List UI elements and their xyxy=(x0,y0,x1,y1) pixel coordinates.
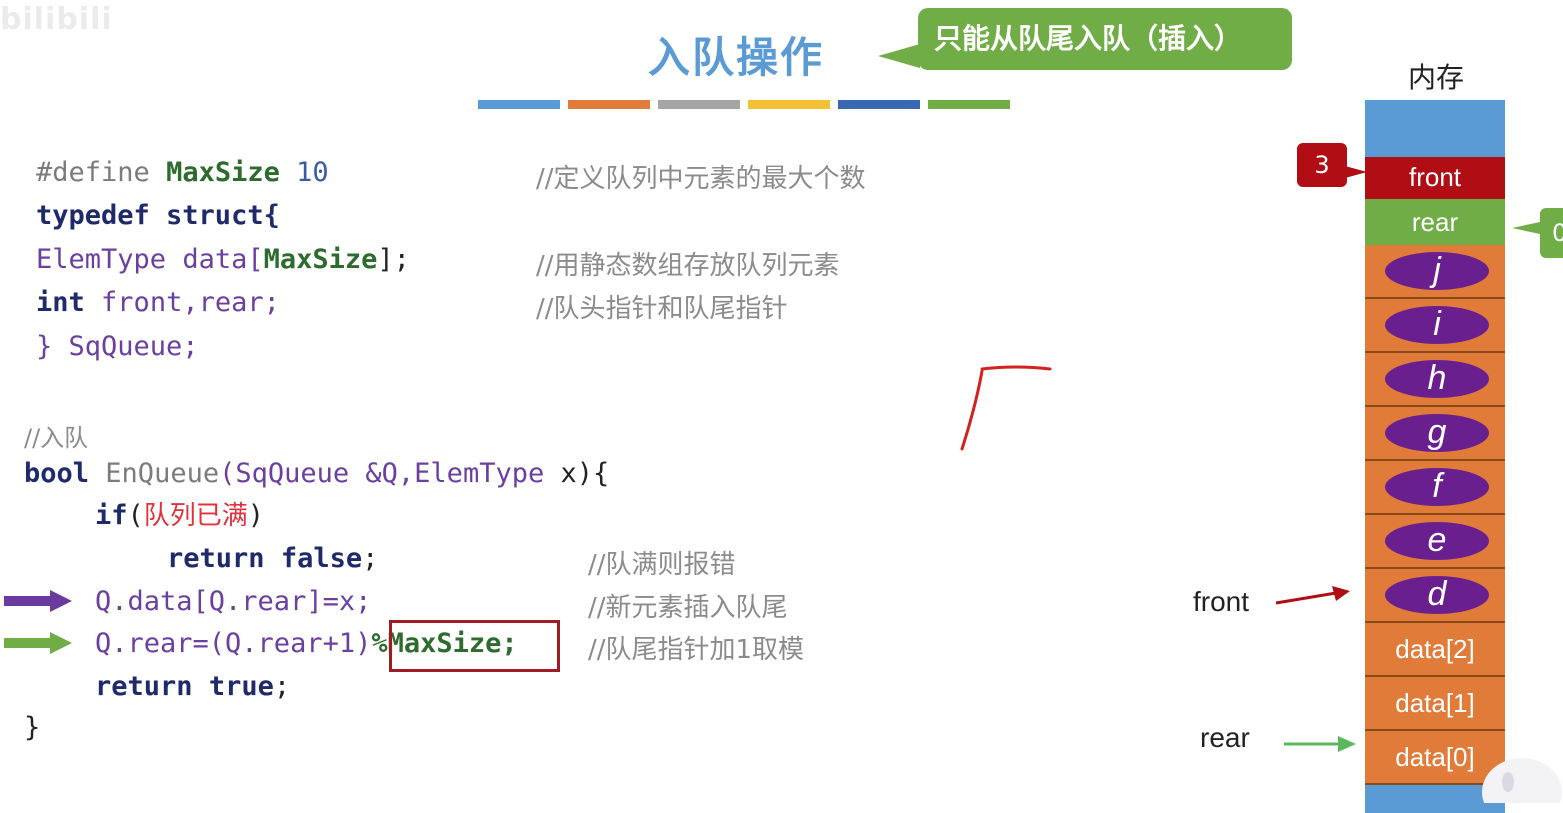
code-comment: //队尾指针加1取模 xyxy=(588,635,805,665)
color-bar-segment xyxy=(928,100,1010,109)
callout-pointer xyxy=(878,44,920,68)
rear-badge-pointer xyxy=(1512,222,1540,234)
code-line-assign: Q.data[Q.rear]=x; xyxy=(95,586,372,617)
callout-note: 只能从队尾入队（插入） xyxy=(918,8,1292,70)
memory-cell-rear: rear xyxy=(1365,199,1505,245)
color-bar-segment xyxy=(568,100,650,109)
element-oval: d xyxy=(1385,576,1489,614)
code-token: 10 xyxy=(296,157,329,188)
color-bar-segment xyxy=(748,100,830,109)
code-line-define: #define MaxSize 10 xyxy=(36,158,329,188)
code-comment: //队头指针和队尾指针 xyxy=(536,294,788,324)
front-badge-pointer xyxy=(1345,166,1367,178)
memory-cell-element: i xyxy=(1365,299,1505,353)
code-token: false xyxy=(280,543,363,574)
element-oval: i xyxy=(1385,306,1489,344)
rear-pointer-label: rear xyxy=(1200,722,1250,753)
memory-column: front rear j i h g f e d data[2] data[1]… xyxy=(1365,100,1505,813)
code-token: ; xyxy=(362,543,379,574)
code-token: MaxSize xyxy=(166,157,280,188)
handwritten-mark xyxy=(960,365,1052,451)
memory-cell-element: g xyxy=(1365,407,1505,461)
code-token: front,rear; xyxy=(101,287,280,318)
element-oval: j xyxy=(1385,252,1489,290)
memory-cell-element: j xyxy=(1365,245,1505,299)
code-token: if xyxy=(95,500,128,531)
memory-cell-data: data[2] xyxy=(1365,623,1505,677)
color-bar-segment xyxy=(838,100,920,109)
memory-cell-element: f xyxy=(1365,461,1505,515)
code-line-int: int front,rear; xyxy=(36,288,280,318)
front-value-badge: 3 xyxy=(1297,143,1347,187)
code-token: 队列已满 xyxy=(143,501,248,531)
memory-cell-front: front xyxy=(1365,157,1505,199)
code-token: (SqQueue &Q, xyxy=(219,458,415,489)
code-line-if: if(队列已满) xyxy=(95,500,265,532)
code-token: ) xyxy=(247,500,265,531)
code-token: ( xyxy=(127,500,144,531)
code-comment: //入队 xyxy=(24,424,89,452)
color-bar-divider xyxy=(478,100,1010,109)
green-arrow-icon xyxy=(4,632,72,654)
code-comment: //队满则报错 xyxy=(588,550,736,580)
code-line-struct-end: } SqQueue; xyxy=(36,331,199,362)
code-line-return-false: return false; xyxy=(167,544,378,574)
code-line-data: ElemType data[MaxSize]; xyxy=(36,245,410,275)
element-oval: h xyxy=(1385,360,1489,398)
code-comment: //用静态数组存放队列元素 xyxy=(536,251,840,281)
code-token: MaxSize xyxy=(263,244,378,275)
code-token: bool xyxy=(24,458,90,489)
code-token: data[ xyxy=(182,244,264,275)
purple-arrow-icon xyxy=(4,590,72,612)
code-comment: //定义队列中元素的最大个数 xyxy=(536,164,866,194)
code-token: ElemType xyxy=(36,244,167,275)
code-token: true xyxy=(208,671,274,702)
color-bar-segment xyxy=(658,100,740,109)
code-comment: //新元素插入队尾 xyxy=(588,593,788,623)
code-token: ElemType xyxy=(414,458,545,489)
code-token: EnQueue xyxy=(105,458,220,489)
code-line-typedef: typedef struct{ xyxy=(36,200,280,231)
mascot-icon xyxy=(1482,758,1562,803)
code-line-return-true: return true; xyxy=(95,672,290,702)
code-token: ]; xyxy=(377,244,410,275)
bilibili-watermark: bilibili xyxy=(0,2,113,37)
code-token: return xyxy=(95,671,193,702)
memory-title: 内存 xyxy=(1408,61,1465,94)
memory-cell-element: d xyxy=(1365,569,1505,623)
memory-cell-data: data[1] xyxy=(1365,677,1505,731)
code-token: x){ xyxy=(544,458,610,489)
front-pointer-arrow-icon xyxy=(1275,586,1350,605)
code-token: int xyxy=(36,287,85,318)
code-line-close: } xyxy=(24,712,41,743)
rear-pointer-arrow-icon xyxy=(1284,736,1356,752)
code-token: ; xyxy=(273,671,291,702)
highlight-box xyxy=(389,620,560,672)
memory-cell-element: h xyxy=(1365,353,1505,407)
code-token: Q.rear=(Q.rear+1) xyxy=(95,628,372,659)
element-oval: e xyxy=(1385,522,1489,560)
front-pointer-label: front xyxy=(1193,586,1250,617)
memory-cell-top xyxy=(1365,100,1505,157)
code-token: return xyxy=(167,543,265,574)
color-bar-segment xyxy=(478,100,560,109)
slide-title: 入队操作 xyxy=(648,33,825,82)
memory-cell-element: e xyxy=(1365,515,1505,569)
code-token: #define xyxy=(36,157,150,188)
rear-value-badge: 0 xyxy=(1540,208,1563,258)
element-oval: g xyxy=(1385,414,1489,452)
element-oval: f xyxy=(1385,468,1489,506)
code-line-signature: bool EnQueue(SqQueue &Q,ElemType x){ xyxy=(24,459,609,489)
